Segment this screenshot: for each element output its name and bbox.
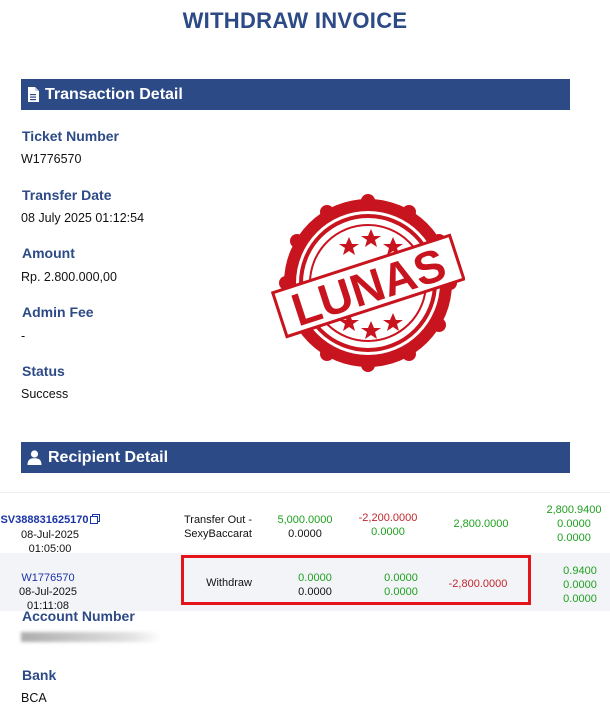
- recipient-detail-header: Recipient Detail: [21, 442, 570, 473]
- amount-label: Amount: [22, 245, 75, 261]
- amount-value: Rp. 2.800.000,00: [21, 270, 117, 284]
- row-col2: -2,200.0000 0.0000: [352, 511, 424, 539]
- transaction-detail-title: Transaction Detail: [45, 85, 183, 103]
- transaction-detail-header: Transaction Detail: [21, 79, 570, 110]
- row-col4-top: 2,800.9400: [546, 504, 602, 516]
- transfer-date-label: Transfer Date: [22, 187, 112, 203]
- row-col1-bottom: 0.0000: [288, 528, 322, 540]
- row-type-line1: Transfer Out -: [183, 514, 253, 526]
- row-datetime: 08-Jul-2025 01:05:00: [20, 529, 80, 555]
- row-type-cell: Transfer Out - SexyBaccarat: [178, 513, 258, 541]
- table-row: SV388831625170 08-Jul-2025 01:05:00 Tran…: [0, 492, 610, 556]
- admin-fee-value: -: [21, 329, 26, 343]
- account-number-label: Account Number: [22, 608, 135, 624]
- row-col4-bottom: 0.0000: [557, 532, 591, 544]
- document-icon: [27, 87, 39, 102]
- row-id-link[interactable]: W1776570: [21, 572, 74, 584]
- row-id-link[interactable]: SV388831625170: [0, 514, 88, 526]
- page-title: WITHDRAW INVOICE: [182, 8, 408, 33]
- user-icon: [27, 450, 42, 465]
- paid-stamp: LUNAS: [270, 193, 466, 373]
- bank-label: Bank: [22, 667, 57, 683]
- row-col4-mid: 0.0000: [557, 518, 591, 530]
- transfer-date-value: 08 July 2025 01:12:54: [21, 211, 145, 225]
- ticket-number-label: Ticket Number: [22, 128, 119, 144]
- account-number-redacted: [21, 632, 161, 642]
- row-id-cell: SV388831625170 08-Jul-2025 01:05:00: [0, 513, 100, 556]
- bank-value: BCA: [21, 691, 47, 705]
- row-id-cell: W1776570 08-Jul-2025 01:11:08: [0, 571, 96, 613]
- row-col2-bottom: 0.0000: [371, 526, 405, 538]
- status-label: Status: [22, 363, 65, 379]
- status-value: Success: [21, 387, 69, 401]
- row-col4: 2,800.9400 0.0000 0.0000: [540, 503, 608, 545]
- row-type-line2: SexyBaccarat: [184, 528, 252, 540]
- recipient-detail-title: Recipient Detail: [48, 448, 169, 466]
- row-col2-top: -2,200.0000: [358, 512, 418, 524]
- copy-icon[interactable]: [89, 514, 100, 528]
- row-col1: 5,000.0000 0.0000: [270, 513, 340, 541]
- row-col1-top: 5,000.0000: [277, 514, 333, 526]
- row-col4: 0.9400 0.0000 0.0000: [552, 564, 608, 606]
- row-col4-bottom: 0.0000: [563, 593, 597, 605]
- admin-fee-label: Admin Fee: [22, 304, 94, 320]
- row-col4-top: 0.9400: [563, 565, 597, 577]
- row-col4-mid: 0.0000: [563, 579, 597, 591]
- highlight-box: [181, 555, 531, 605]
- row-col3: 2,800.0000: [453, 518, 509, 530]
- ticket-number-value: W1776570: [21, 152, 82, 166]
